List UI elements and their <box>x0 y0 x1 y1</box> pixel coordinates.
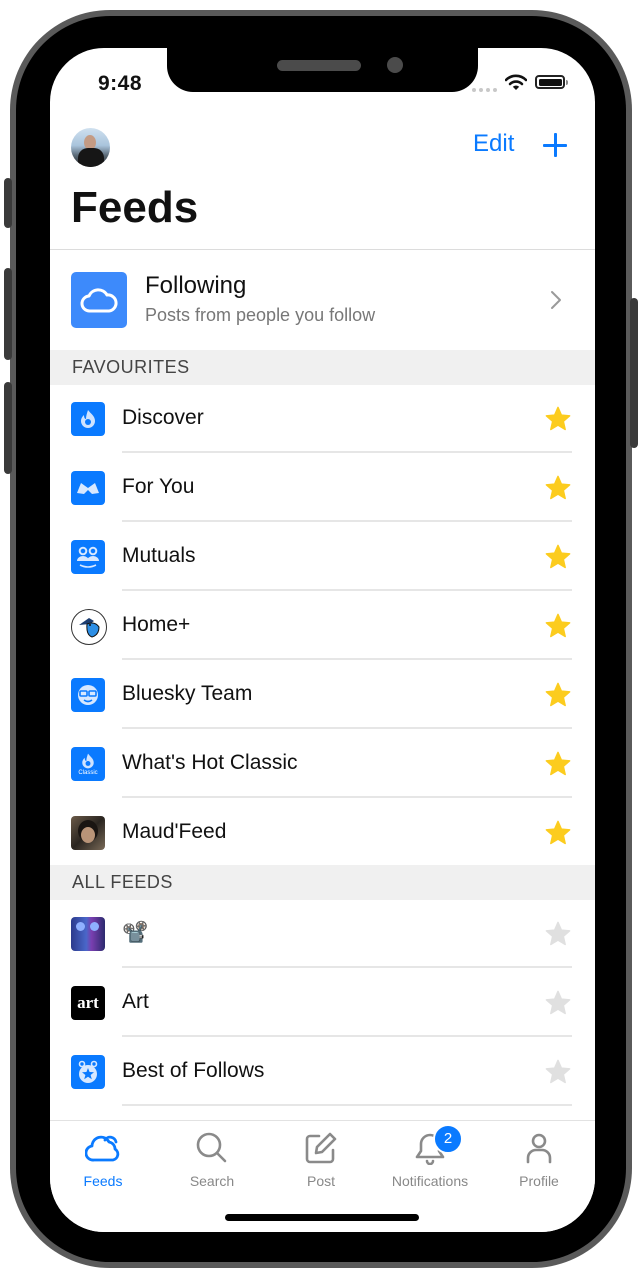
flame-classic-icon: Classic <box>71 747 105 781</box>
section-title: FAVOURITES <box>72 357 190 377</box>
home-indicator <box>225 1214 419 1221</box>
plus-icon[interactable] <box>542 132 568 158</box>
feed-label: Maud'Feed <box>122 820 227 843</box>
cloud-icon <box>71 272 127 328</box>
row-divider <box>122 796 572 798</box>
people-icon <box>71 540 105 574</box>
feed-row[interactable]: art Art <box>50 969 595 1037</box>
power-button <box>630 298 638 448</box>
tab-post[interactable]: Post <box>271 1129 371 1199</box>
front-camera <box>387 57 403 73</box>
following-title: Following <box>145 272 247 299</box>
user-avatar[interactable] <box>71 128 110 167</box>
section-title: ALL FEEDS <box>72 872 173 892</box>
battery-icon <box>535 75 568 89</box>
feed-row[interactable]: Best of Follows <box>50 1038 595 1106</box>
star-filled-icon[interactable] <box>544 819 572 852</box>
feed-row[interactable]: Home+ <box>50 592 595 660</box>
tab-feeds[interactable]: Feeds <box>53 1129 153 1199</box>
tab-label: Post <box>306 1173 335 1189</box>
feed-row[interactable]: Bluesky Team <box>50 661 595 729</box>
feed-label: Home+ <box>122 613 191 636</box>
feed-row[interactable]: For You <box>50 454 595 522</box>
search-icon <box>196 1132 227 1163</box>
star-filled-icon[interactable] <box>544 612 572 645</box>
feed-row[interactable]: Classic What's Hot Classic <box>50 730 595 798</box>
volume-up-button <box>4 268 12 360</box>
tab-notifications[interactable]: Notifications <box>380 1129 480 1199</box>
star-filled-icon[interactable] <box>544 681 572 714</box>
mute-switch <box>4 178 12 228</box>
tab-label: Notifications <box>391 1173 469 1189</box>
app-screen: 9:48 Edit Feeds Following Posts from peo… <box>50 48 595 1232</box>
star-filled-icon[interactable] <box>544 543 572 576</box>
icon-text: art <box>77 993 99 1012</box>
status-time: 9:48 <box>98 72 143 95</box>
star-filled-icon[interactable] <box>544 750 572 783</box>
row-divider <box>122 727 572 729</box>
feed-row[interactable]: Discover <box>50 385 595 453</box>
art-logo: art <box>71 986 105 1020</box>
wifi-icon <box>505 74 527 90</box>
row-divider <box>122 520 572 522</box>
feed-label: 📽️ <box>122 921 149 944</box>
star-people-icon <box>71 1055 105 1089</box>
heart-hands-icon <box>71 471 105 505</box>
chevron-right-icon <box>551 291 561 309</box>
following-subtitle: Posts from people you follow <box>145 305 376 325</box>
tab-label: Feeds <box>83 1173 123 1189</box>
flame-icon <box>71 402 105 436</box>
row-divider <box>122 451 572 453</box>
tab-label: Search <box>189 1173 235 1189</box>
tab-search[interactable]: Search <box>162 1129 262 1199</box>
feed-label: What's Hot Classic <box>122 751 298 774</box>
bluejay-icon <box>71 609 107 645</box>
feed-label: For You <box>122 475 195 498</box>
feed-label: Best of Follows <box>122 1059 265 1082</box>
star-outline-icon[interactable] <box>544 989 572 1022</box>
section-header-favourites: FAVOURITES <box>50 350 595 385</box>
following-feed-row[interactable]: Following Posts from people you follow <box>50 250 595 350</box>
row-divider <box>122 589 572 591</box>
icon-text: Classic <box>78 769 98 776</box>
portrait-avatar <box>71 816 105 850</box>
feed-label: Discover <box>122 406 204 429</box>
section-header-all-feeds: ALL FEEDS <box>50 865 595 900</box>
cinema-avatar <box>71 917 105 951</box>
row-divider <box>122 1104 572 1106</box>
tab-profile[interactable]: Profile <box>489 1129 589 1199</box>
feed-row[interactable]: 📽️ <box>50 900 595 968</box>
star-outline-icon[interactable] <box>544 1058 572 1091</box>
cellular-signal-icon <box>472 88 497 92</box>
star-filled-icon[interactable] <box>544 474 572 507</box>
feed-row[interactable]: Mutuals <box>50 523 595 591</box>
notch <box>167 48 478 92</box>
volume-down-button <box>4 382 12 474</box>
feed-row[interactable]: Maud'Feed <box>50 799 595 867</box>
person-icon <box>526 1133 552 1164</box>
row-divider <box>122 966 572 968</box>
compose-icon <box>305 1132 337 1164</box>
page-title: Feeds <box>71 183 199 232</box>
feed-label: Mutuals <box>122 544 196 567</box>
star-outline-icon[interactable] <box>544 920 572 953</box>
tab-label: Profile <box>519 1173 559 1189</box>
cloud-icon <box>85 1135 120 1162</box>
row-divider <box>122 658 572 660</box>
edit-button[interactable]: Edit <box>473 130 514 158</box>
speaker-grille <box>277 60 361 71</box>
star-filled-icon[interactable] <box>544 405 572 438</box>
row-divider <box>122 1035 572 1037</box>
feed-label: Art <box>122 990 149 1013</box>
team-face-icon <box>71 678 105 712</box>
feed-label: Bluesky Team <box>122 682 253 705</box>
notification-badge: 2 <box>433 1124 463 1154</box>
